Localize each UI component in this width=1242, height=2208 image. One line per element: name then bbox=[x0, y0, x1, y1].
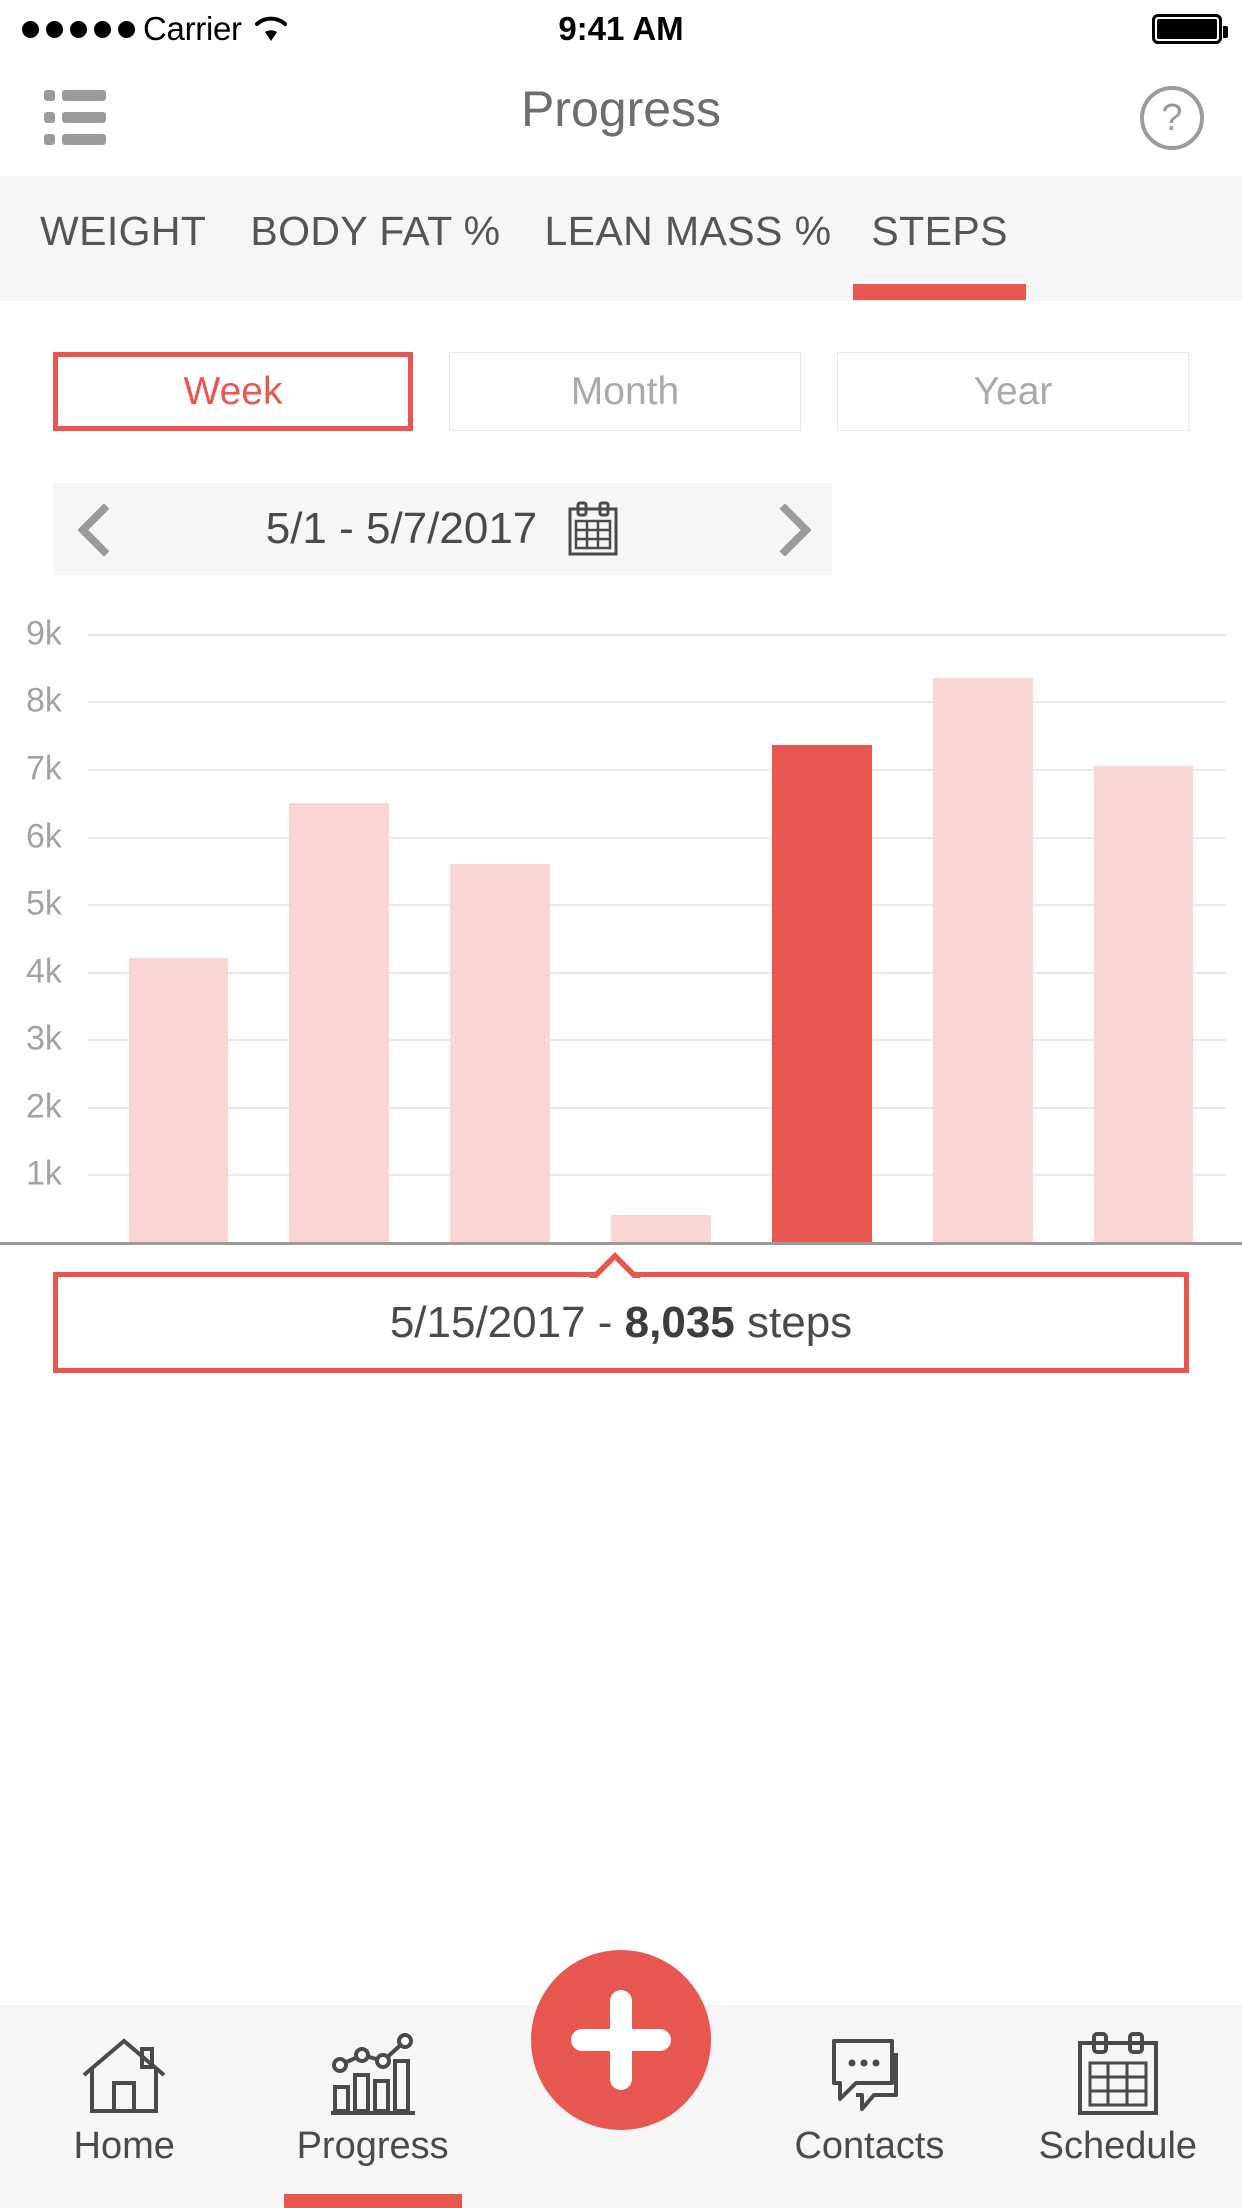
chart-y-tick-label: 4k bbox=[26, 952, 62, 991]
tab-steps[interactable]: STEPS bbox=[853, 208, 1026, 300]
chevron-left-icon[interactable] bbox=[53, 483, 145, 575]
chevron-right-icon[interactable] bbox=[740, 483, 832, 575]
tooltip-separator: - bbox=[585, 1297, 625, 1347]
chart-icon bbox=[325, 2031, 421, 2117]
date-range-display[interactable]: 5/1 - 5/7/2017 bbox=[145, 501, 740, 557]
chart-bar-selected[interactable] bbox=[771, 745, 872, 1242]
tooltip-unit: steps bbox=[734, 1297, 853, 1347]
tabbar-item-progress[interactable]: Progress bbox=[248, 2005, 496, 2208]
chart-bar[interactable] bbox=[128, 958, 229, 1242]
range-selector: Week Month Year bbox=[53, 352, 1189, 431]
chart-bar[interactable] bbox=[932, 677, 1033, 1242]
steps-bar-chart: 1k 2k 3k 4k 5k 6k 7k 8k 9k bbox=[0, 600, 1242, 1260]
calendar-icon bbox=[1074, 2031, 1162, 2117]
page-title: Progress bbox=[520, 81, 722, 137]
selected-bar-tooltip: 5/15/2017 - 8,035 steps bbox=[53, 1252, 1189, 1373]
tooltip-text: 5/15/2017 - 8,035 steps bbox=[390, 1298, 852, 1348]
tab-underline-active bbox=[853, 284, 1026, 300]
plus-icon-bar bbox=[571, 2029, 671, 2051]
app-screen: Carrier 9:41 AM Progress ? WEIGHT BODY F… bbox=[0, 0, 1242, 2208]
add-button[interactable] bbox=[531, 1950, 711, 2130]
tabbar-item-progress-label: Progress bbox=[296, 2125, 449, 2167]
range-month-button[interactable]: Month bbox=[449, 352, 801, 431]
tabbar-item-home[interactable]: Home bbox=[0, 2005, 248, 2208]
tabbar-item-schedule-label: Schedule bbox=[1038, 2125, 1198, 2167]
clock-label: 9:41 AM bbox=[558, 10, 684, 47]
metric-tab-bar: WEIGHT BODY FAT % LEAN MASS % STEPS bbox=[0, 176, 1242, 301]
tab-body-fat[interactable]: BODY FAT % bbox=[250, 208, 500, 255]
tab-weight-label: WEIGHT bbox=[40, 208, 207, 254]
chart-y-tick-label: 1k bbox=[26, 1154, 62, 1193]
tabbar-item-contacts[interactable]: Contacts bbox=[745, 2005, 993, 2208]
date-range-navigator: 5/1 - 5/7/2017 bbox=[53, 483, 832, 575]
chart-baseline bbox=[0, 1242, 1242, 1245]
tab-lean-mass[interactable]: LEAN MASS % bbox=[544, 208, 831, 255]
status-bar-right bbox=[1152, 14, 1228, 44]
navigation-bar: Progress ? bbox=[0, 58, 1242, 176]
chart-bar[interactable] bbox=[611, 1214, 711, 1242]
calendar-icon[interactable] bbox=[567, 501, 619, 557]
chart-y-tick-label: 5k bbox=[26, 884, 62, 923]
help-glyph: ? bbox=[1161, 96, 1183, 139]
range-year-button[interactable]: Year bbox=[837, 352, 1189, 431]
tabbar-item-schedule[interactable]: Schedule bbox=[994, 2005, 1242, 2208]
chart-bar[interactable] bbox=[1093, 765, 1194, 1242]
range-week-button[interactable]: Week bbox=[53, 352, 413, 431]
bottom-tab-bar: Home Progress Contacts Schedule bbox=[0, 1950, 1242, 2208]
tab-body-fat-label: BODY FAT % bbox=[250, 208, 501, 254]
chat-bubbles-icon bbox=[822, 2031, 916, 2117]
tab-lean-mass-label: LEAN MASS % bbox=[544, 208, 832, 254]
chart-y-tick-label: 9k bbox=[26, 614, 62, 653]
tooltip-caret-inner bbox=[595, 1260, 635, 1280]
tab-weight[interactable]: WEIGHT bbox=[40, 208, 206, 255]
tabbar-item-home-label: Home bbox=[73, 2125, 175, 2167]
battery-icon bbox=[1152, 14, 1228, 44]
chart-bars bbox=[98, 600, 1224, 1242]
chart-y-tick-label: 8k bbox=[26, 681, 62, 720]
tabbar-item-contacts-label: Contacts bbox=[794, 2125, 945, 2167]
chart-y-tick-label: 6k bbox=[26, 817, 62, 856]
tooltip-value: 8,035 bbox=[624, 1297, 735, 1347]
chart-bar[interactable] bbox=[289, 802, 390, 1242]
date-range-label: 5/1 - 5/7/2017 bbox=[265, 504, 538, 553]
chart-y-tick-label: 2k bbox=[26, 1087, 62, 1126]
question-circle-icon[interactable]: ? bbox=[1140, 86, 1204, 150]
tabbar-underline-active bbox=[283, 2194, 462, 2208]
tooltip-date: 5/15/2017 bbox=[389, 1297, 586, 1347]
chart-y-tick-label: 3k bbox=[26, 1019, 62, 1058]
chart-bar[interactable] bbox=[450, 863, 550, 1242]
chart-y-tick-label: 7k bbox=[26, 749, 62, 788]
home-icon bbox=[78, 2031, 170, 2117]
tab-steps-label: STEPS bbox=[871, 208, 1008, 254]
status-bar: Carrier 9:41 AM bbox=[0, 0, 1242, 58]
